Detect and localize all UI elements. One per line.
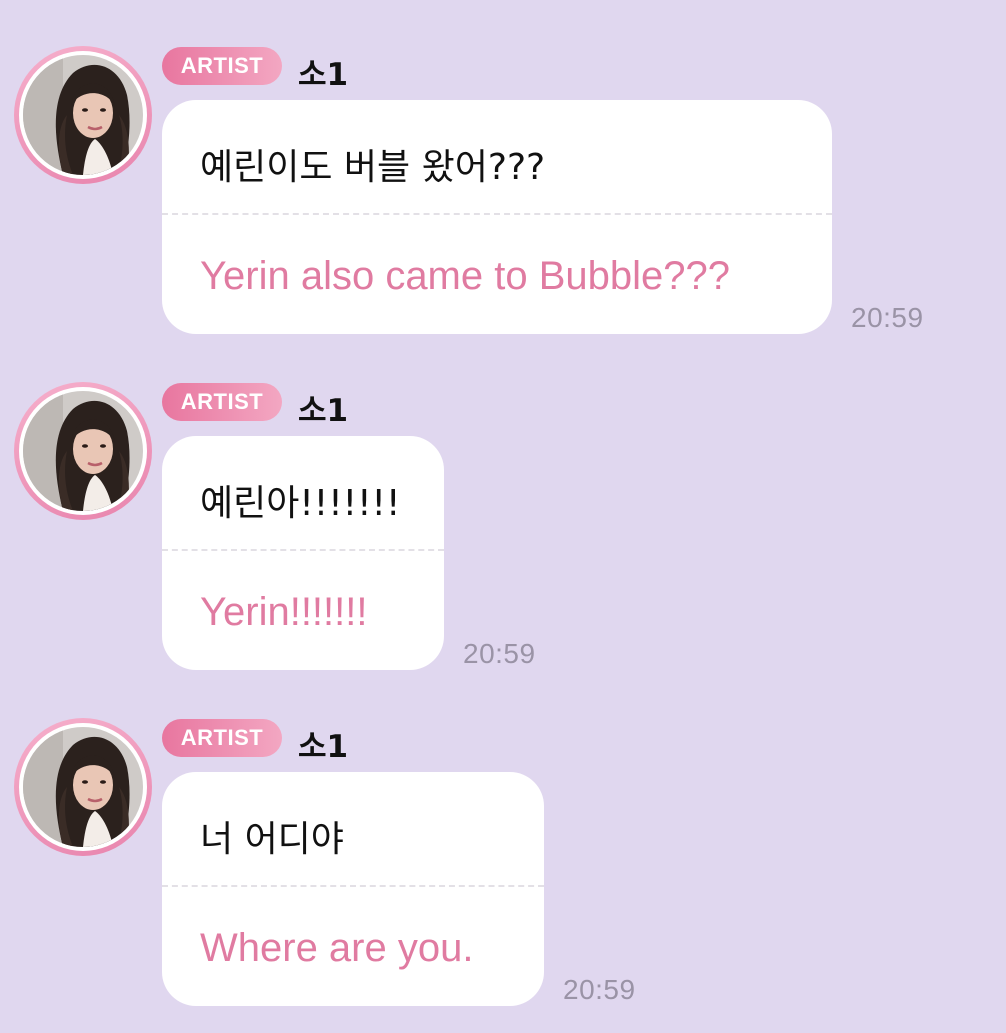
artist-profile-photo-icon — [23, 55, 143, 175]
translation-text: Yerin!!!!!!! — [200, 590, 368, 634]
bubble-divider — [162, 549, 444, 551]
avatar[interactable] — [14, 382, 152, 520]
sender-name: 소1 — [298, 57, 349, 93]
artist-profile-photo-icon — [23, 727, 143, 847]
artist-badge: ARTIST — [162, 47, 282, 85]
bubble-divider — [162, 885, 544, 887]
artist-badge: ARTIST — [162, 383, 282, 421]
message-text: 너 어디야 — [200, 819, 344, 860]
message-bubble[interactable]: 너 어디야 Where are you. — [162, 772, 544, 1006]
bubble-divider — [162, 213, 832, 215]
translation-text: Yerin also came to Bubble??? — [200, 254, 730, 298]
artist-badge: ARTIST — [162, 719, 282, 757]
sender-name: 소1 — [298, 729, 349, 765]
message-text: 예린아!!!!!!! — [200, 483, 401, 524]
message-timestamp: 20:59 — [563, 974, 636, 1005]
avatar[interactable] — [14, 46, 152, 184]
translation-text: Where are you. — [200, 926, 474, 970]
message-bubble[interactable]: 예린아!!!!!!! Yerin!!!!!!! — [162, 436, 444, 670]
sender-name: 소1 — [298, 393, 349, 429]
chat-message: ARTIST 소1 예린아!!!!!!! Yerin!!!!!!! 20:59 — [0, 336, 1006, 676]
chat-message: ARTIST 소1 예린이도 버블 왔어??? Yerin also came … — [0, 0, 1006, 340]
message-bubble[interactable]: 예린이도 버블 왔어??? Yerin also came to Bubble?… — [162, 100, 832, 334]
avatar[interactable] — [14, 718, 152, 856]
artist-profile-photo-icon — [23, 391, 143, 511]
message-timestamp: 20:59 — [851, 302, 924, 333]
message-text: 예린이도 버블 왔어??? — [200, 147, 546, 188]
message-timestamp: 20:59 — [463, 638, 536, 669]
chat-message: ARTIST 소1 너 어디야 Where are you. 20:59 — [0, 672, 1006, 1012]
